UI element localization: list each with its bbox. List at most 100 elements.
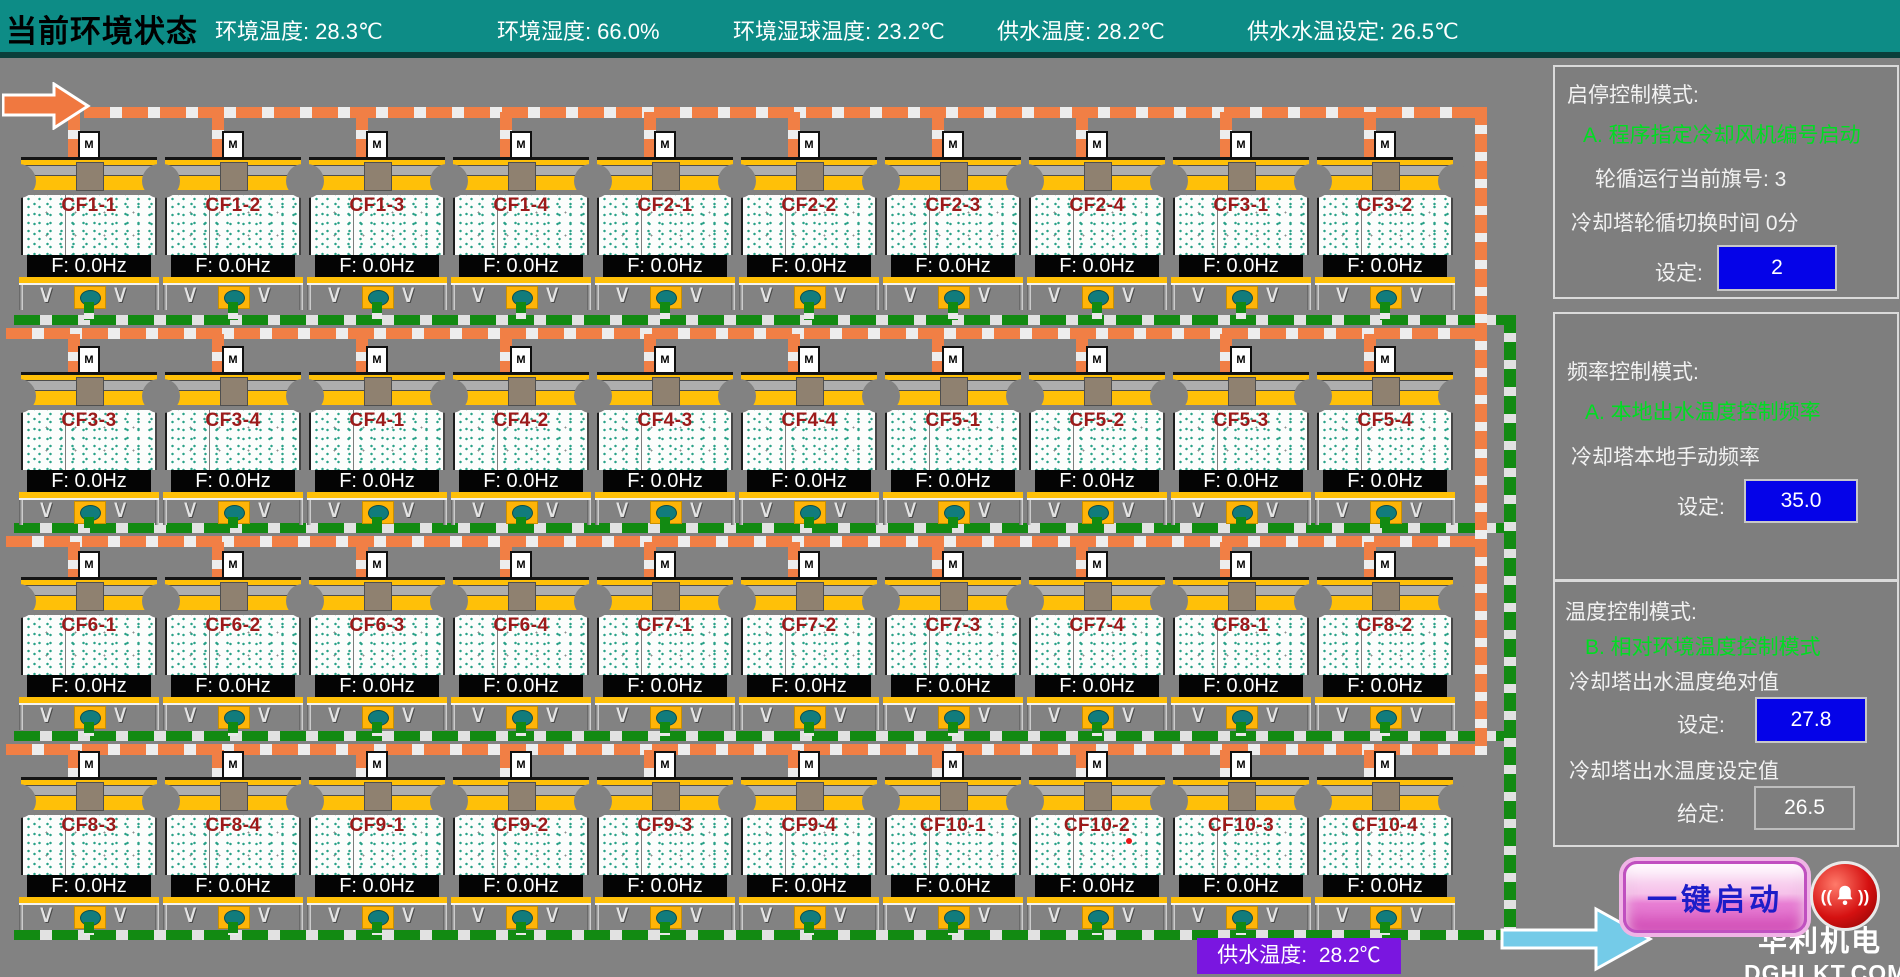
- metric-ambient-humidity: 环境湿度:66.0%: [497, 14, 660, 46]
- tower-label: CF5-4: [1319, 410, 1451, 432]
- pump-outlet-pipe: [228, 302, 238, 320]
- tower-label: CF1-4: [455, 195, 587, 217]
- fan-pedestal: [364, 162, 392, 191]
- frequency-display: F: 0.0Hz: [603, 875, 727, 897]
- frequency-display: F: 0.0Hz: [891, 875, 1015, 897]
- fan-deck: [1173, 157, 1309, 190]
- alarm-bell-icon[interactable]: (( )): [1810, 861, 1880, 931]
- cooling-tower-CF2-2: MCF2-2F: 0.0Hz∨∨∨: [741, 157, 877, 313]
- fan-pedestal: [1372, 162, 1400, 191]
- cooling-tower-CF1-2: MCF1-2F: 0.0Hz∨∨∨: [165, 157, 301, 313]
- group-title: 温度控制模式:: [1565, 596, 1697, 626]
- fan-pedestal: [364, 782, 392, 811]
- fan-motor-icon: M: [1230, 346, 1252, 374]
- tower-label: CF10-2: [1031, 815, 1163, 837]
- metric-supply-water-setpoint: 供水水温设定:26.5℃: [1247, 14, 1459, 46]
- tower-fill: CF1-1: [21, 195, 157, 255]
- pump-outlet-pipe: [804, 517, 814, 528]
- fan-deck: [885, 577, 1021, 610]
- pump-outlet-pipe: [1092, 302, 1102, 320]
- tower-label: CF8-3: [23, 815, 155, 837]
- frequency-mode: A. 本地出水温度控制频率: [1585, 396, 1821, 426]
- group-title: 启停控制模式:: [1567, 79, 1699, 109]
- frequency-display: F: 0.0Hz: [1179, 470, 1303, 492]
- cooling-tower-CF9-4: MCF9-4F: 0.0Hz∨∨∨: [741, 777, 877, 933]
- tower-fill: CF7-4: [1029, 615, 1165, 675]
- tower-fill: CF2-3: [885, 195, 1021, 255]
- fan-pedestal: [76, 782, 104, 811]
- tower-fill: CF10-1: [885, 815, 1021, 875]
- pump-outlet-pipe: [1236, 922, 1246, 935]
- fan-deck: [309, 777, 445, 810]
- vendor-url: DGHLKT.COM: [1744, 960, 1896, 977]
- cycle-flag-line: 轮循运行当前旗号: 3: [1595, 163, 1786, 193]
- one-key-start-button[interactable]: 一键启动: [1623, 861, 1807, 933]
- fan-pedestal: [796, 782, 824, 811]
- tower-fill: CF4-1: [309, 410, 445, 470]
- frequency-display: F: 0.0Hz: [27, 470, 151, 492]
- fan-pedestal: [364, 582, 392, 611]
- tower-fill: CF1-4: [453, 195, 589, 255]
- frequency-display: F: 0.0Hz: [747, 675, 871, 697]
- pump-outlet-pipe: [84, 517, 94, 528]
- pump-outlet-pipe: [516, 302, 526, 320]
- fan-deck: [309, 577, 445, 610]
- tower-label: CF2-1: [599, 195, 731, 217]
- cooling-tower-CF1-4: MCF1-4F: 0.0Hz∨∨∨: [453, 157, 589, 313]
- tower-fill: CF7-3: [885, 615, 1021, 675]
- tower-label: CF10-1: [887, 815, 1019, 837]
- set-label: 设定:: [1655, 257, 1703, 287]
- metric-supply-water-temp: 供水温度:28.2℃: [997, 14, 1165, 46]
- manual-frequency-input[interactable]: 35.0: [1744, 479, 1858, 523]
- fan-deck: [1029, 577, 1165, 610]
- pump-outlet-pipe: [1092, 922, 1102, 935]
- cooling-tower-CF2-3: MCF2-3F: 0.0Hz∨∨∨: [885, 157, 1021, 313]
- cycle-count-input[interactable]: 2: [1717, 245, 1837, 291]
- manual-frequency-line: 冷却塔本地手动频率: [1571, 441, 1760, 471]
- pump-outlet-pipe: [948, 302, 958, 320]
- tower-label: CF2-3: [887, 195, 1019, 217]
- tower-fill: CF5-4: [1317, 410, 1453, 470]
- fan-pedestal: [1084, 377, 1112, 406]
- pump-outlet-pipe: [516, 722, 526, 736]
- cooling-tower-CF4-1: MCF4-1F: 0.0Hz∨∨∨: [309, 372, 445, 528]
- fan-motor-icon: M: [942, 346, 964, 374]
- fan-motor-icon: M: [798, 131, 820, 159]
- tower-label: CF9-2: [455, 815, 587, 837]
- fan-motor-icon: M: [1086, 751, 1108, 779]
- pump-outlet-pipe: [660, 517, 670, 528]
- fan-pedestal: [508, 582, 536, 611]
- tower-label: CF4-4: [743, 410, 875, 432]
- frequency-display: F: 0.0Hz: [603, 675, 727, 697]
- fan-pedestal: [796, 162, 824, 191]
- frequency-display: F: 0.0Hz: [747, 875, 871, 897]
- pump-outlet-pipe: [660, 722, 670, 736]
- supply-temp-display: 供水温度: 28.2℃: [1197, 938, 1401, 974]
- pump-outlet-pipe: [372, 302, 382, 320]
- fan-pedestal: [508, 377, 536, 406]
- frequency-display: F: 0.0Hz: [459, 875, 583, 897]
- pump-outlet-pipe: [1236, 302, 1246, 320]
- set-label: 设定:: [1677, 709, 1725, 739]
- metric-ambient-temp: 环境温度:28.3℃: [215, 14, 383, 46]
- outlet-temp-input[interactable]: 27.8: [1755, 697, 1867, 743]
- fan-pedestal: [652, 782, 680, 811]
- tower-fill: CF8-3: [21, 815, 157, 875]
- pump-outlet-pipe: [1380, 302, 1390, 320]
- frequency-display: F: 0.0Hz: [1035, 675, 1159, 697]
- fan-pedestal: [220, 162, 248, 191]
- frequency-display: F: 0.0Hz: [459, 470, 583, 492]
- metric-wet-bulb-temp: 环境湿球温度:23.2℃: [733, 14, 945, 46]
- pump-outlet-pipe: [228, 517, 238, 528]
- frequency-display: F: 0.0Hz: [459, 675, 583, 697]
- fan-deck: [1029, 157, 1165, 190]
- fan-pedestal: [652, 582, 680, 611]
- fan-motor-icon: M: [510, 551, 532, 579]
- fan-motor-icon: M: [1230, 551, 1252, 579]
- cooling-tower-CF9-2: MCF9-2F: 0.0Hz∨∨∨: [453, 777, 589, 933]
- tower-label: CF9-3: [599, 815, 731, 837]
- pump-outlet-pipe: [1380, 922, 1390, 935]
- tower-label: CF2-2: [743, 195, 875, 217]
- fan-motor-icon: M: [222, 551, 244, 579]
- fan-motor-icon: M: [222, 346, 244, 374]
